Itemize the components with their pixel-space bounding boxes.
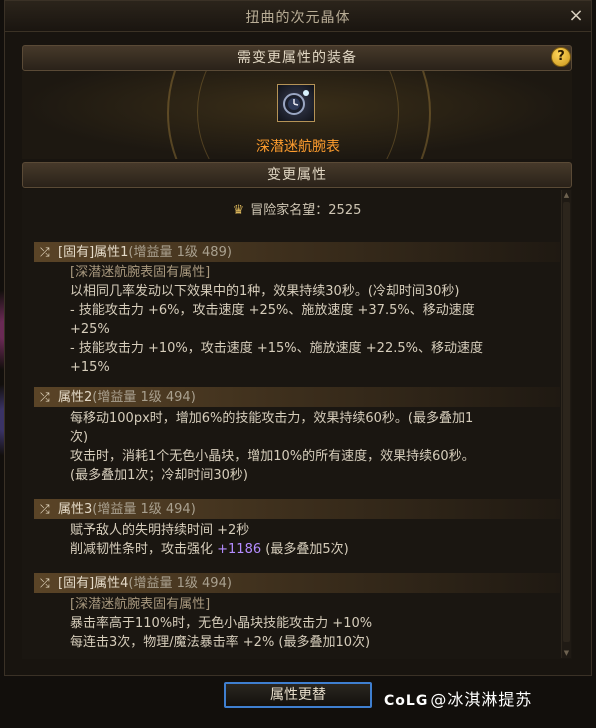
shuffle-icon: ⤮: [40, 502, 50, 516]
attribute-text: 削减韧性条时，攻击强化: [70, 542, 218, 557]
attribute-header: ⤮ [固有]属性1(增益量 1级 489): [34, 242, 560, 262]
attribute-title: [固有]属性1: [58, 245, 129, 260]
titlebar: 扭曲的次元晶体 ×: [5, 1, 591, 32]
attribute-line: 削减韧性条时，攻击强化 +1186 (最多叠加5次): [70, 540, 570, 559]
close-button[interactable]: ×: [567, 7, 585, 25]
attribute-text: (最多叠加5次): [261, 542, 349, 557]
attribute-line: [深潜迷航腕表固有属性]: [70, 597, 211, 612]
attribute-gain: (增益量 1级 494): [92, 390, 196, 405]
change-section-header: 变更属性: [22, 162, 572, 188]
attribute-gain: (增益量 1级 489): [128, 245, 232, 260]
attributes-panel: ♛ 冒险家名望：2525 ⤮ [固有]属性1(增益量 1级 489) [深潜迷航腕表…: [22, 189, 572, 659]
help-button[interactable]: ?: [551, 47, 571, 67]
scroll-down-arrow-icon[interactable]: ▼: [562, 648, 571, 658]
watermark-text: @冰淇淋提苏: [430, 690, 533, 709]
reputation-value: 2525: [328, 203, 362, 218]
attribute-body: [深潜迷航腕表固有属性] 暴击率高于110%时，无色小晶块技能攻击力 +10% …: [70, 595, 570, 652]
reputation-row: ♛ 冒险家名望：2525: [22, 199, 572, 218]
scrollbar[interactable]: ▲ ▼: [561, 190, 571, 658]
attribute-gain: (增益量 1级 494): [128, 576, 232, 591]
attribute-header: ⤮ 属性2(增益量 1级 494): [34, 387, 560, 407]
attribute-title: [固有]属性4: [58, 576, 129, 591]
attribute-line: (最多叠加1次；冷却时间30秒): [70, 468, 248, 483]
attribute-title: 属性3: [58, 502, 93, 517]
watch-icon: [283, 90, 309, 115]
window-title: 扭曲的次元晶体: [245, 10, 351, 26]
attribute-line: 以相同几率发动以下效果中的1种，效果持续30秒。(冷却时间30秒): [70, 284, 460, 299]
attack-boost-value: +1186: [217, 542, 262, 557]
attribute-line: - 技能攻击力 +10%，攻击速度 +15%、施放速度 +22.5%、移动速度: [70, 341, 483, 356]
change-attribute-button[interactable]: 属性更替: [224, 682, 372, 708]
crown-icon: ♛: [232, 203, 245, 218]
attribute-line: - 技能攻击力 +6%，攻击速度 +25%、施放速度 +37.5%、移动速度: [70, 303, 475, 318]
watermark: CoLG @冰淇淋提苏: [384, 686, 532, 710]
equip-section-header: 需变更属性的装备: [22, 45, 572, 71]
equipment-slot[interactable]: [277, 84, 315, 122]
attribute-body: [深潜迷航腕表固有属性] 以相同几率发动以下效果中的1种，效果持续30秒。(冷却…: [70, 263, 570, 377]
attribute-line: [深潜迷航腕表固有属性]: [70, 265, 211, 280]
item-name: 深潜迷航腕表: [256, 139, 340, 155]
attribute-body: 赋予敌人的失明持续时间 +2秒 削减韧性条时，攻击强化 +1186 (最多叠加5…: [70, 521, 570, 559]
watermark-logo: CoLG: [384, 693, 429, 709]
attribute-body: 每移动100px时，增加6%的技能攻击力，效果持续60秒。(最多叠加1 次) 攻…: [70, 409, 570, 485]
attribute-line: 暴击率高于110%时，无色小晶块技能攻击力 +10%: [70, 616, 373, 631]
attribute-line: 赋予敌人的失明持续时间 +2秒: [70, 523, 250, 538]
attribute-line: 攻击时，消耗1个无色小晶块，增加10%的所有速度，效果持续60秒。: [70, 449, 475, 464]
attribute-line: +15%: [70, 360, 110, 375]
scroll-up-arrow-icon[interactable]: ▲: [562, 190, 571, 200]
attribute-title: 属性2: [58, 390, 93, 405]
attribute-header: ⤮ 属性3(增益量 1级 494): [34, 499, 560, 519]
reputation-label: 冒险家名望：: [250, 203, 329, 218]
attribute-header: ⤮ [固有]属性4(增益量 1级 494): [34, 573, 560, 593]
attribute-gain: (增益量 1级 494): [92, 502, 196, 517]
attribute-line: +25%: [70, 322, 110, 337]
scroll-thumb[interactable]: [563, 202, 570, 642]
attribute-line: 次): [70, 430, 89, 445]
shuffle-icon: ⤮: [40, 576, 50, 590]
attribute-line: 每连击3次，物理/魔法暴击率 +2% (最多叠加10次): [70, 635, 371, 650]
attribute-line: 每移动100px时，增加6%的技能攻击力，效果持续60秒。(最多叠加1: [70, 411, 474, 426]
shuffle-icon: ⤮: [40, 390, 50, 404]
shuffle-icon: ⤮: [40, 245, 50, 259]
